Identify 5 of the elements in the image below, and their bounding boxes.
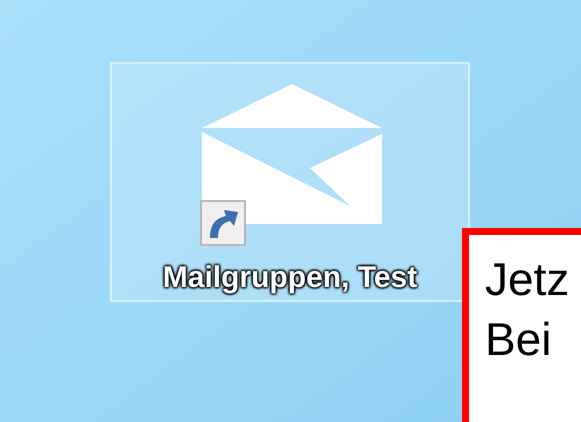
callout-text: Jetz bbox=[485, 252, 570, 307]
shortcut-label: Mailgruppen, Test bbox=[162, 260, 418, 296]
desktop-shortcut[interactable]: Mailgruppen, Test bbox=[110, 62, 470, 302]
envelope-icon bbox=[200, 82, 384, 226]
callout-text: Bei bbox=[485, 312, 552, 367]
